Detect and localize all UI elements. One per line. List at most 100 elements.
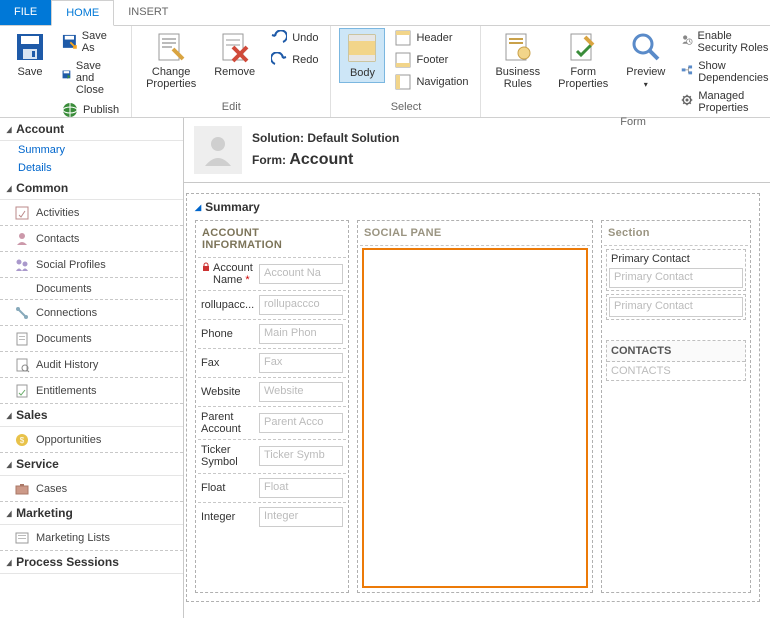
sidebar-item-connections[interactable]: Connections	[0, 300, 183, 326]
properties-icon	[155, 31, 187, 63]
field-row-4[interactable]: WebsiteWebsite	[198, 378, 346, 407]
show-dependencies-button[interactable]: Show Dependencies	[677, 58, 770, 86]
field-row-3[interactable]: FaxFax	[198, 349, 346, 378]
field-label: Integer	[201, 511, 256, 523]
content-header: Solution: Default Solution Form: Account	[184, 118, 770, 182]
body-button[interactable]: Body	[339, 28, 385, 83]
field-label: Parent Account	[201, 411, 256, 435]
ribbon-group-select: Body Header Footer Navigation Select	[331, 26, 481, 117]
sidebar-item-activities[interactable]: Activities	[0, 200, 183, 226]
primary-contact-label: Primary Contact	[607, 250, 745, 268]
primary-contact-block[interactable]: Primary Contact Primary Contact	[606, 249, 746, 291]
field-row-5[interactable]: Parent AccountParent Acco	[198, 407, 346, 440]
sidebar-item-contacts[interactable]: Contacts	[0, 226, 183, 252]
header-icon	[395, 30, 411, 46]
field-input[interactable]: Fax	[259, 353, 343, 373]
field-input[interactable]: Main Phon	[259, 324, 343, 344]
field-row-0[interactable]: Account Name *Account Na	[198, 258, 346, 291]
column-section[interactable]: Section Primary Contact Primary Contact …	[601, 220, 751, 593]
sidebar-section-sales[interactable]: Sales	[0, 404, 183, 427]
contacts-block[interactable]: CONTACTS CONTACTS	[606, 340, 746, 381]
sidebar-item-documents2[interactable]: Documents	[0, 326, 183, 352]
save-as-button[interactable]: Save As	[58, 28, 123, 56]
lists-icon	[14, 530, 30, 546]
form-line: Form: Account	[252, 151, 399, 169]
preview-button[interactable]: Preview▾	[620, 28, 671, 93]
sidebar-item-cases[interactable]: Cases	[0, 476, 183, 502]
redo-button[interactable]: Redo	[267, 50, 322, 70]
tab-home[interactable]: HOME	[51, 0, 114, 26]
column-account-info[interactable]: ACCOUNT INFORMATION Account Name *Accoun…	[195, 220, 349, 593]
contacts-icon	[14, 231, 30, 247]
ribbon-tabs: FILE HOME INSERT	[0, 0, 770, 26]
field-input[interactable]: Integer	[259, 507, 343, 527]
field-input[interactable]: Parent Acco	[259, 413, 343, 433]
sidebar-link-summary[interactable]: Summary	[0, 141, 183, 159]
field-input[interactable]: Float	[259, 478, 343, 498]
social-pane-selected[interactable]	[362, 248, 588, 588]
sidebar-section-process[interactable]: Process Sessions	[0, 551, 183, 574]
field-input[interactable]: Ticker Symb	[259, 446, 343, 466]
connections-icon	[14, 305, 30, 321]
tab-file[interactable]: FILE	[0, 0, 51, 25]
publish-icon	[62, 102, 78, 118]
business-rules-icon	[502, 31, 534, 63]
field-input[interactable]: Website	[259, 382, 343, 402]
field-row-8[interactable]: IntegerInteger	[198, 503, 346, 531]
business-rules-button[interactable]: Business Rules	[489, 28, 546, 93]
col1-header: ACCOUNT INFORMATION	[198, 223, 346, 258]
field-row-1[interactable]: rollupacc...rollupaccco	[198, 291, 346, 320]
sidebar-item-marketing-lists[interactable]: Marketing Lists	[0, 525, 183, 551]
dependencies-icon	[681, 64, 693, 80]
field-row-2[interactable]: PhoneMain Phon	[198, 320, 346, 349]
sidebar-item-opportunities[interactable]: $Opportunities	[0, 427, 183, 453]
documents-icon	[14, 331, 30, 347]
sidebar-section-service[interactable]: Service	[0, 453, 183, 476]
section-summary[interactable]: Summary	[191, 198, 755, 216]
navigation-button[interactable]: Navigation	[391, 72, 472, 92]
header-button[interactable]: Header	[391, 28, 472, 48]
sidebar-section-account[interactable]: Account	[0, 118, 183, 141]
primary-contact-input[interactable]: Primary Contact	[609, 268, 743, 288]
enable-security-button[interactable]: Enable Security Roles	[677, 28, 770, 56]
column-social-pane[interactable]: SOCIAL PANE	[357, 220, 593, 593]
save-and-close-button[interactable]: Save and Close	[58, 58, 123, 98]
sidebar-section-common[interactable]: Common	[0, 177, 183, 200]
primary-contact-input-2[interactable]: Primary Contact	[609, 297, 743, 317]
social-icon	[14, 257, 30, 273]
col3-header: Section	[604, 223, 748, 246]
undo-button[interactable]: Undo	[267, 28, 322, 48]
change-properties-button[interactable]: Change Properties	[140, 28, 202, 93]
sidebar-item-documents1[interactable]: Documents	[0, 278, 183, 300]
primary-contact-block-2[interactable]: Primary Contact	[606, 294, 746, 320]
remove-button[interactable]: Remove	[208, 28, 261, 81]
field-input[interactable]: rollupaccco	[259, 295, 343, 315]
tab-insert[interactable]: INSERT	[114, 0, 182, 25]
form-properties-button[interactable]: Form Properties	[552, 28, 614, 93]
field-row-6[interactable]: Ticker SymbolTicker Symb	[198, 440, 346, 473]
sidebar-section-marketing[interactable]: Marketing	[0, 502, 183, 525]
sidebar-item-entitlements[interactable]: Entitlements	[0, 378, 183, 404]
publish-button[interactable]: Publish	[58, 100, 123, 120]
col2-header: SOCIAL PANE	[360, 223, 590, 246]
field-row-7[interactable]: FloatFloat	[198, 474, 346, 503]
save-as-icon	[62, 34, 77, 50]
svg-text:$: $	[20, 436, 25, 445]
field-input[interactable]: Account Na	[259, 264, 343, 284]
save-button[interactable]: Save	[8, 28, 52, 81]
contacts-header: CONTACTS	[607, 341, 745, 362]
body-icon	[346, 32, 378, 64]
group-label-edit: Edit	[140, 101, 322, 115]
field-label: Phone	[201, 328, 256, 340]
form-canvas[interactable]: Summary ACCOUNT INFORMATION Account Name…	[184, 182, 770, 618]
contacts-body: CONTACTS	[607, 362, 745, 380]
cases-icon	[14, 481, 30, 497]
footer-button[interactable]: Footer	[391, 50, 472, 70]
field-label: Account Name *	[201, 262, 256, 286]
ribbon-group-save: Save Save As Save and Close Publish Save	[0, 26, 132, 117]
sidebar-item-audit[interactable]: Audit History	[0, 352, 183, 378]
managed-properties-button[interactable]: Managed Properties	[677, 88, 770, 116]
sidebar: Account Summary Details Common Activitie…	[0, 118, 184, 618]
sidebar-item-social[interactable]: Social Profiles	[0, 252, 183, 278]
sidebar-link-details[interactable]: Details	[0, 159, 183, 177]
